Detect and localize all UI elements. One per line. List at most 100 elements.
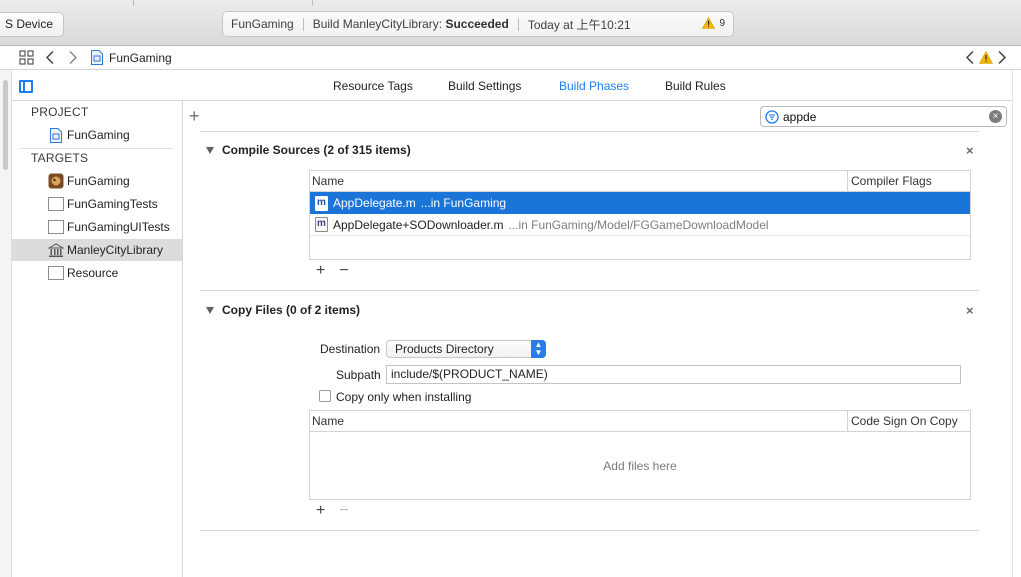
tab-build-rules[interactable]: Build Rules — [665, 79, 726, 93]
editor-divider — [200, 530, 979, 531]
targets-section-header: TARGETS — [31, 151, 89, 165]
compile-sources-header[interactable]: Compile Sources (2 of 315 items) — [206, 143, 411, 157]
sidebar-item-project[interactable]: FunGaming — [12, 124, 182, 146]
tab-build-settings[interactable]: Build Settings — [448, 79, 521, 93]
breadcrumb-project[interactable]: FunGaming — [109, 51, 172, 65]
remove-phase-button[interactable]: × — [966, 303, 974, 318]
empty-drop-area[interactable]: Add files here — [310, 432, 970, 499]
sidebar-item-label: Resource — [67, 266, 119, 280]
copy-files-header[interactable]: Copy Files (0 of 2 items) — [206, 303, 360, 317]
status-project: FunGaming — [231, 17, 294, 31]
status-build-prefix: Build ManleyCityLibrary: — [312, 17, 443, 31]
toolbar-divider — [133, 0, 134, 6]
add-build-phase-button[interactable]: + — [189, 107, 200, 125]
sidebar-item-label: ManleyCityLibrary — [67, 243, 164, 257]
tab-build-phases[interactable]: Build Phases — [559, 79, 629, 93]
filter-field[interactable]: × — [760, 106, 1007, 127]
sidebar-item-label: FunGamingUITests — [67, 220, 170, 234]
file-name: AppDelegate+SODownloader.m — [333, 217, 504, 232]
sidebar-item-target-resource[interactable]: Resource — [12, 262, 182, 284]
device-selector[interactable]: S Device — [0, 12, 65, 37]
objc-file-icon: m — [315, 195, 328, 211]
column-compiler-flags[interactable]: Compiler Flags — [851, 174, 932, 188]
destination-label: Destination — [320, 342, 381, 356]
disclosure-triangle-icon[interactable] — [206, 306, 214, 314]
sidebar-item-label: FunGaming — [67, 174, 130, 188]
table-row[interactable]: m AppDelegate+SODownloader.m ...in FunGa… — [310, 214, 970, 236]
add-file-button[interactable]: + — [316, 502, 325, 520]
jump-bar: FunGaming — [0, 46, 1021, 70]
disclosure-triangle-icon[interactable] — [206, 146, 214, 154]
remove-file-button: − — [339, 502, 349, 519]
column-name[interactable]: Name — [312, 414, 344, 428]
inspector-edge — [1012, 70, 1021, 577]
compile-sources-table: Name Compiler Flags m AppDelegate.m ...i… — [309, 170, 971, 260]
warning-icon[interactable] — [979, 51, 993, 64]
add-file-button[interactable]: + — [316, 262, 325, 280]
bundle-icon — [48, 196, 64, 212]
sidebar-item-target-uitests[interactable]: FunGamingUITests — [12, 216, 182, 238]
warning-count: 9 — [719, 17, 725, 29]
sidebar-item-target-fungaming[interactable]: FunGaming — [12, 170, 182, 192]
copy-files-controls: + − — [316, 502, 349, 520]
column-name[interactable]: Name — [312, 174, 344, 188]
copy-only-checkbox[interactable] — [319, 390, 331, 402]
status-divider — [302, 17, 304, 31]
scrollbar-thumb[interactable] — [3, 80, 8, 170]
project-section-header: PROJECT — [31, 105, 89, 119]
chevron-right-icon[interactable] — [997, 50, 1007, 65]
empty-message: Add files here — [603, 459, 677, 473]
remove-file-button[interactable]: − — [339, 262, 348, 280]
objc-file-icon: m — [315, 217, 328, 232]
column-divider — [847, 411, 848, 431]
table-header: Name Compiler Flags — [310, 171, 970, 192]
file-path: ...in FunGaming/Model/FGGameDownloadMode… — [508, 217, 769, 232]
column-code-sign[interactable]: Code Sign On Copy — [851, 414, 958, 428]
filter-input[interactable] — [783, 109, 973, 124]
sidebar-item-label: FunGaming — [67, 128, 130, 142]
status-time: Today at 上午10:21 — [527, 17, 631, 32]
remove-phase-button[interactable]: × — [966, 143, 974, 158]
compile-sources-controls: + − — [316, 262, 349, 280]
subpath-input[interactable]: include/$(PRODUCT_NAME) — [386, 365, 961, 384]
editor-divider — [200, 290, 979, 291]
tab-resource-tags[interactable]: Resource Tags — [333, 79, 413, 93]
copy-only-label: Copy only when installing — [336, 390, 472, 404]
file-path: ...in FunGaming — [420, 196, 507, 210]
sidebar-item-target-tests[interactable]: FunGamingTests — [12, 193, 182, 215]
sidebar-item-target-library[interactable]: ManleyCityLibrary — [12, 239, 182, 261]
sidebar-toggle-icon[interactable] — [19, 80, 33, 93]
destination-select[interactable]: Products Directory ▲ ▼ — [386, 340, 546, 358]
issue-navigator-controls — [965, 50, 1007, 65]
status-build-result: Succeeded — [445, 17, 509, 31]
build-phases-editor: + × Compile Sources (2 of 315 items) × N… — [184, 101, 1021, 577]
related-items-icon[interactable] — [19, 50, 34, 65]
status-divider — [517, 17, 519, 31]
bundle-icon — [48, 265, 64, 281]
compile-sources-title: Compile Sources (2 of 315 items) — [222, 143, 411, 157]
destination-value: Products Directory — [395, 342, 494, 356]
sidebar-divider — [20, 148, 173, 149]
chevron-left-icon[interactable] — [45, 50, 55, 65]
chevron-right-icon[interactable] — [68, 50, 78, 65]
subpath-label: Subpath — [336, 368, 381, 382]
chevron-left-icon[interactable] — [965, 50, 975, 65]
table-row[interactable]: m AppDelegate.m ...in FunGaming — [310, 192, 970, 214]
sidebar-item-label: FunGamingTests — [67, 197, 158, 211]
column-divider — [847, 171, 848, 191]
warning-indicator[interactable]: 9 — [702, 17, 725, 29]
file-name: AppDelegate.m — [333, 196, 416, 210]
project-file-icon — [91, 50, 103, 65]
copy-files-table: Name Code Sign On Copy Add files here — [309, 410, 971, 500]
library-icon — [48, 242, 64, 258]
project-file-icon — [48, 127, 64, 143]
activity-status: FunGaming Build ManleyCityLibrary: Succe… — [222, 11, 734, 37]
table-header: Name Code Sign On Copy — [310, 411, 970, 432]
chevron-up-down-icon: ▲ ▼ — [531, 340, 546, 358]
clear-filter-icon[interactable]: × — [989, 110, 1002, 123]
filter-icon — [765, 109, 779, 124]
project-targets-sidebar: PROJECT FunGaming TARGETS FunGaming FunG… — [12, 101, 183, 577]
window-toolbar: S Device FunGaming Build ManleyCityLibra… — [0, 0, 1021, 46]
warning-icon — [702, 17, 716, 29]
toolbar-divider — [312, 0, 313, 6]
